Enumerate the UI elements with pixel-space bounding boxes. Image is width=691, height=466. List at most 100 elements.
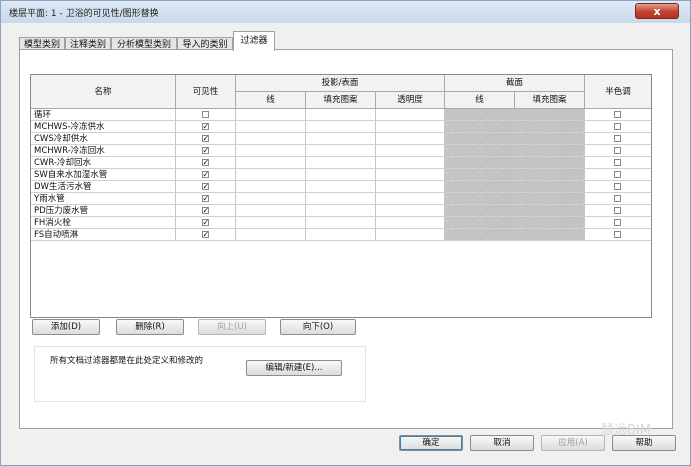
table-row[interactable]: PD压力废水管 ✓	[31, 205, 651, 217]
visibility-checkbox[interactable]: ✓	[201, 183, 209, 191]
projection-override-cell[interactable]	[306, 193, 376, 205]
halftone-checkbox[interactable]	[614, 231, 621, 238]
projection-override-cell[interactable]	[306, 109, 376, 121]
projection-override-cell[interactable]	[236, 157, 306, 169]
projection-override-cell[interactable]	[306, 157, 376, 169]
visibility-cell[interactable]: ✓	[176, 193, 236, 205]
halftone-checkbox[interactable]	[614, 171, 621, 178]
visibility-checkbox[interactable]: ✓	[201, 207, 209, 215]
visibility-cell[interactable]	[176, 109, 236, 121]
table-row[interactable]: 循环	[31, 109, 651, 121]
halftone-checkbox[interactable]	[614, 159, 621, 166]
halftone-cell[interactable]	[585, 217, 651, 229]
halftone-checkbox[interactable]	[614, 195, 621, 202]
visibility-cell[interactable]: ✓	[176, 121, 236, 133]
halftone-cell[interactable]	[585, 169, 651, 181]
halftone-cell[interactable]	[585, 193, 651, 205]
move-down-button[interactable]: 向下(O)	[280, 319, 356, 335]
projection-override-cell[interactable]	[306, 229, 376, 241]
visibility-cell[interactable]: ✓	[176, 157, 236, 169]
cut-override-cell[interactable]	[515, 229, 585, 241]
cancel-button[interactable]: 取消	[470, 435, 534, 451]
visibility-cell[interactable]: ✓	[176, 145, 236, 157]
row-name-cell[interactable]: MCHWS-冷冻供水	[31, 121, 176, 133]
row-name-cell[interactable]: Y雨水管	[31, 193, 176, 205]
halftone-checkbox[interactable]	[614, 207, 621, 214]
row-name-cell[interactable]: CWS冷却供水	[31, 133, 176, 145]
visibility-cell[interactable]: ✓	[176, 169, 236, 181]
projection-override-cell[interactable]	[236, 205, 306, 217]
row-name-cell[interactable]: SW自来水加湿水管	[31, 169, 176, 181]
projection-override-cell[interactable]	[376, 145, 445, 157]
cut-override-cell[interactable]	[445, 157, 515, 169]
cut-override-cell[interactable]	[515, 205, 585, 217]
projection-override-cell[interactable]	[376, 205, 445, 217]
projection-override-cell[interactable]	[236, 133, 306, 145]
halftone-cell[interactable]	[585, 205, 651, 217]
projection-override-cell[interactable]	[306, 217, 376, 229]
halftone-cell[interactable]	[585, 121, 651, 133]
projection-override-cell[interactable]	[376, 217, 445, 229]
projection-override-cell[interactable]	[236, 193, 306, 205]
visibility-checkbox[interactable]: ✓	[201, 219, 209, 227]
row-name-cell[interactable]: FH消火栓	[31, 217, 176, 229]
visibility-cell[interactable]: ✓	[176, 205, 236, 217]
edit-new-button[interactable]: 编辑/新建(E)...	[246, 360, 342, 376]
projection-override-cell[interactable]	[376, 157, 445, 169]
cut-override-cell[interactable]	[445, 193, 515, 205]
visibility-checkbox[interactable]: ✓	[201, 171, 209, 179]
visibility-checkbox[interactable]	[201, 111, 209, 118]
move-up-button[interactable]: 向上(U)	[198, 319, 266, 335]
close-button[interactable]: x	[635, 3, 679, 19]
visibility-cell[interactable]: ✓	[176, 229, 236, 241]
projection-override-cell[interactable]	[236, 169, 306, 181]
cut-override-cell[interactable]	[445, 181, 515, 193]
delete-button[interactable]: 删除(R)	[116, 319, 184, 335]
visibility-cell[interactable]: ✓	[176, 133, 236, 145]
halftone-cell[interactable]	[585, 157, 651, 169]
row-name-cell[interactable]: FS自动喷淋	[31, 229, 176, 241]
visibility-cell[interactable]: ✓	[176, 181, 236, 193]
cut-override-cell[interactable]	[445, 229, 515, 241]
projection-override-cell[interactable]	[306, 205, 376, 217]
projection-override-cell[interactable]	[236, 217, 306, 229]
projection-override-cell[interactable]	[236, 109, 306, 121]
cut-override-cell[interactable]	[445, 133, 515, 145]
table-row[interactable]: MCHWR-冷冻回水 ✓	[31, 145, 651, 157]
table-row[interactable]: CWR-冷却回水 ✓	[31, 157, 651, 169]
halftone-cell[interactable]	[585, 109, 651, 121]
visibility-checkbox[interactable]: ✓	[201, 147, 209, 155]
halftone-checkbox[interactable]	[614, 219, 621, 226]
cut-override-cell[interactable]	[445, 205, 515, 217]
visibility-checkbox[interactable]: ✓	[201, 123, 209, 131]
halftone-checkbox[interactable]	[614, 135, 621, 142]
add-button[interactable]: 添加(D)	[32, 319, 100, 335]
row-name-cell[interactable]: 循环	[31, 109, 176, 121]
projection-override-cell[interactable]	[306, 181, 376, 193]
visibility-checkbox[interactable]: ✓	[201, 159, 209, 167]
projection-override-cell[interactable]	[306, 133, 376, 145]
ok-button[interactable]: 确定	[399, 435, 463, 451]
table-row[interactable]: DW生活污水管 ✓	[31, 181, 651, 193]
visibility-checkbox[interactable]: ✓	[201, 231, 209, 239]
halftone-cell[interactable]	[585, 133, 651, 145]
projection-override-cell[interactable]	[306, 145, 376, 157]
table-row[interactable]: FH消火栓 ✓	[31, 217, 651, 229]
cut-override-cell[interactable]	[445, 109, 515, 121]
cut-override-cell[interactable]	[515, 121, 585, 133]
halftone-checkbox[interactable]	[614, 147, 621, 154]
cut-override-cell[interactable]	[515, 217, 585, 229]
apply-button[interactable]: 应用(A)	[541, 435, 605, 451]
halftone-checkbox[interactable]	[614, 111, 621, 118]
projection-override-cell[interactable]	[376, 193, 445, 205]
projection-override-cell[interactable]	[376, 121, 445, 133]
projection-override-cell[interactable]	[306, 169, 376, 181]
table-row[interactable]: SW自来水加湿水管 ✓	[31, 169, 651, 181]
cut-override-cell[interactable]	[445, 217, 515, 229]
row-name-cell[interactable]: MCHWR-冷冻回水	[31, 145, 176, 157]
projection-override-cell[interactable]	[236, 181, 306, 193]
table-row[interactable]: CWS冷却供水 ✓	[31, 133, 651, 145]
row-name-cell[interactable]: DW生活污水管	[31, 181, 176, 193]
tab-filters[interactable]: 过滤器	[233, 31, 275, 51]
halftone-checkbox[interactable]	[614, 123, 621, 130]
